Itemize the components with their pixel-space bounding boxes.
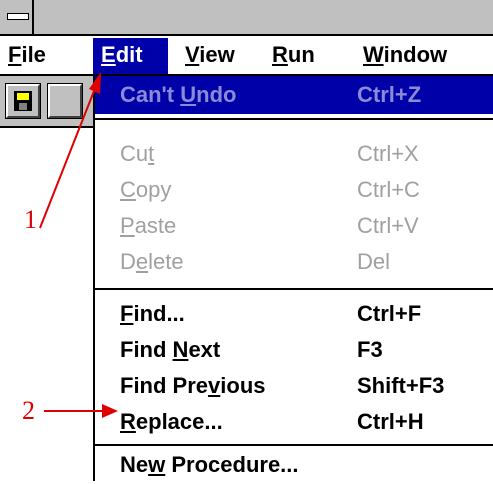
annotation-arrow-1 [39,85,97,229]
annotation-label-2: 2 [22,396,35,425]
annotation-arrowhead-2 [102,404,118,418]
annotation-label-1: 1 [24,205,37,234]
annotation-arrows [39,72,118,418]
annotation-arrowhead-1 [89,72,101,94]
